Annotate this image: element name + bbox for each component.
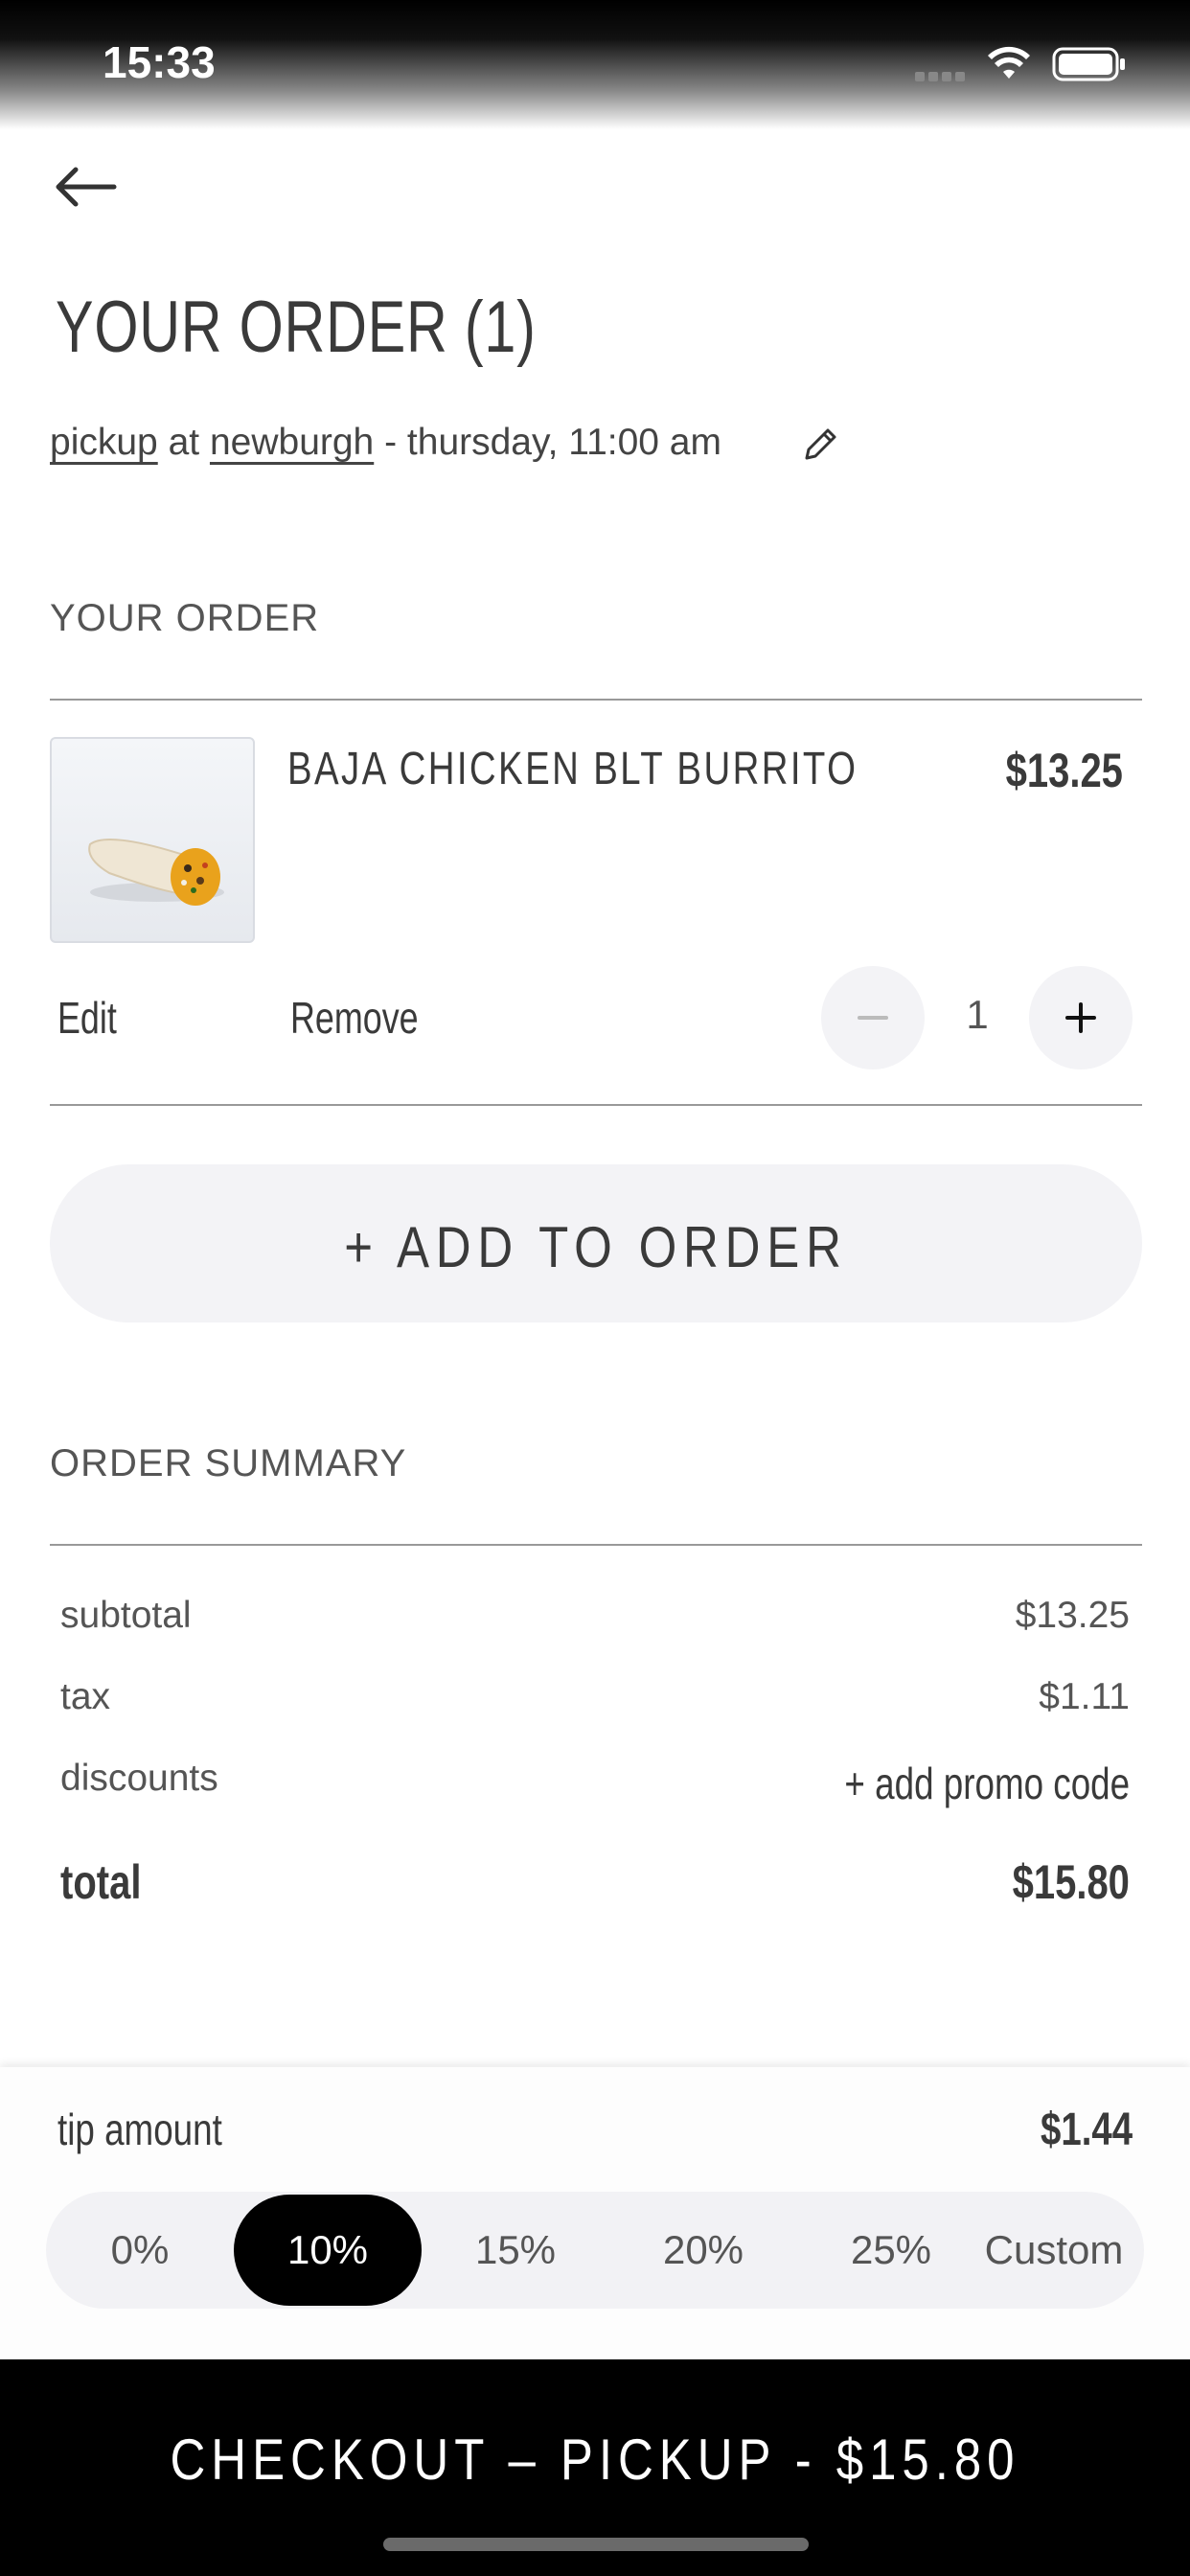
add-to-order-label: + ADD TO ORDER bbox=[344, 1215, 848, 1279]
tax-label: tax bbox=[60, 1676, 111, 1717]
battery-icon bbox=[1052, 47, 1125, 81]
tip-option-10[interactable]: 10% bbox=[234, 2195, 422, 2306]
pencil-icon[interactable] bbox=[799, 424, 841, 466]
total-row: total $15.80 bbox=[60, 1854, 1130, 1912]
tip-amount-label: tip amount bbox=[57, 2104, 222, 2154]
divider bbox=[50, 1544, 1142, 1546]
order-summary-section-label: ORDER SUMMARY bbox=[50, 1442, 407, 1484]
decrease-quantity-button[interactable] bbox=[821, 966, 925, 1070]
edit-item-button[interactable]: Edit bbox=[57, 992, 117, 1044]
pickup-time-text: - thursday, 11:00 am bbox=[384, 422, 721, 463]
total-label: total bbox=[60, 1855, 142, 1909]
tip-option-25[interactable]: 25% bbox=[797, 2195, 985, 2306]
pickup-info: pickup at newburgh - thursday, 11:00 am bbox=[50, 422, 721, 464]
subtotal-value: $13.25 bbox=[1015, 1595, 1130, 1636]
add-promo-code-link[interactable]: + add promo code bbox=[844, 1758, 1130, 1809]
tip-option-20[interactable]: 20% bbox=[609, 2195, 797, 2306]
discounts-label: discounts bbox=[60, 1758, 218, 1799]
tax-value: $1.11 bbox=[1039, 1676, 1130, 1717]
item-price: $13.25 bbox=[1005, 744, 1123, 797]
subtotal-label: subtotal bbox=[60, 1595, 192, 1636]
remove-item-button[interactable]: Remove bbox=[290, 992, 419, 1044]
signal-icon bbox=[915, 69, 973, 81]
tip-option-custom[interactable]: Custom bbox=[964, 2195, 1144, 2306]
subtotal-row: subtotal $13.25 bbox=[60, 1595, 1130, 1643]
tip-panel: tip amount $1.44 0% 10% 15% 20% 25% Cust… bbox=[0, 2067, 1190, 2359]
add-to-order-button[interactable]: + ADD TO ORDER bbox=[50, 1164, 1142, 1322]
tip-option-0[interactable]: 0% bbox=[46, 2195, 234, 2306]
pickup-mode-link[interactable]: pickup bbox=[50, 422, 158, 463]
increase-quantity-button[interactable] bbox=[1029, 966, 1133, 1070]
tip-selector: 0% 10% 15% 20% 25% Custom bbox=[46, 2192, 1144, 2309]
plus-icon bbox=[1065, 1002, 1096, 1033]
quantity-value: 1 bbox=[966, 992, 989, 1037]
tip-option-15[interactable]: 15% bbox=[422, 2195, 609, 2306]
minus-icon bbox=[858, 1016, 888, 1020]
tip-amount-value: $1.44 bbox=[1040, 2104, 1133, 2155]
your-order-section-label: YOUR ORDER bbox=[50, 597, 320, 639]
item-name: BAJA CHICKEN BLT BURRITO bbox=[287, 744, 858, 794]
status-bar: 15:33 bbox=[0, 0, 1190, 129]
total-value: $15.80 bbox=[1012, 1855, 1130, 1909]
back-arrow-icon[interactable] bbox=[53, 163, 118, 211]
page-title: YOUR ORDER (1) bbox=[56, 287, 537, 368]
home-indicator bbox=[383, 2538, 809, 2551]
item-image bbox=[50, 737, 255, 943]
divider bbox=[50, 1104, 1142, 1106]
checkout-label: CHECKOUT – PICKUP - $15.80 bbox=[170, 2427, 1020, 2492]
divider bbox=[50, 699, 1142, 701]
status-time: 15:33 bbox=[103, 37, 216, 87]
pickup-at-text: at bbox=[168, 422, 200, 463]
discounts-row: discounts + add promo code bbox=[60, 1758, 1130, 1810]
wifi-icon bbox=[988, 46, 1030, 79]
pickup-location-link[interactable]: newburgh bbox=[210, 422, 374, 463]
burrito-image bbox=[88, 839, 224, 906]
tax-row: tax $1.11 bbox=[60, 1676, 1130, 1724]
